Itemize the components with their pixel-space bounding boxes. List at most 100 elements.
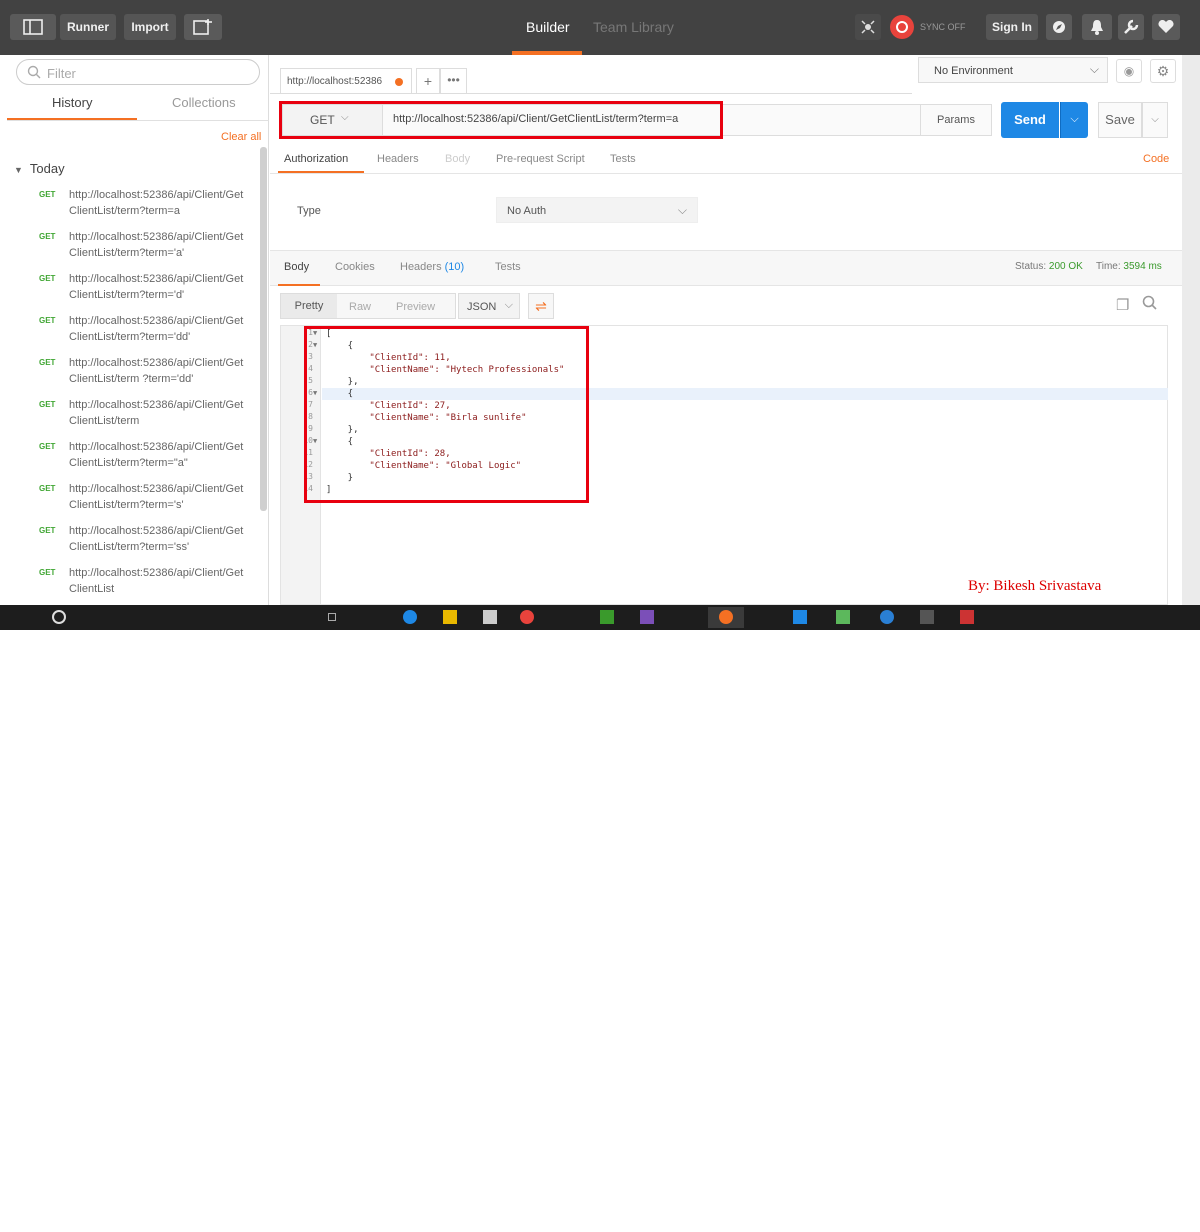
- format-raw-button[interactable]: Raw: [349, 301, 371, 313]
- interceptor-button[interactable]: [855, 14, 881, 40]
- bell-icon: [1090, 19, 1104, 35]
- app-icon[interactable]: [600, 610, 614, 624]
- format-pretty-button[interactable]: Pretty: [281, 294, 337, 318]
- system-clock[interactable]: 1:53 AM: [1117, 1221, 1154, 1232]
- satellite-icon: [860, 19, 876, 35]
- sidebar-scrollbar[interactable]: [260, 147, 267, 511]
- settings-button[interactable]: [1118, 14, 1144, 40]
- history-url: http://localhost:52386/api/Client/GetCli…: [69, 229, 245, 261]
- auth-type-label: Type: [297, 205, 321, 217]
- tab-headers[interactable]: Headers: [377, 153, 419, 165]
- format-toggle-group: Pretty Raw Preview: [280, 293, 456, 319]
- response-tab-headers[interactable]: Headers (10): [400, 261, 464, 273]
- method-badge: GET: [39, 358, 55, 367]
- response-tab-cookies[interactable]: Cookies: [335, 261, 375, 273]
- app-icon[interactable]: [483, 610, 497, 624]
- wrap-icon: ⇌: [535, 298, 547, 314]
- history-item[interactable]: GEThttp://localhost:52386/api/Client/Get…: [7, 481, 257, 523]
- subtabs-divider: [270, 173, 1182, 174]
- history-item[interactable]: GET http://localhost:52386/api/Client/Get…: [7, 355, 257, 397]
- sidebar: Filter History Collections Clear all ▼ T…: [7, 55, 269, 605]
- favorite-button[interactable]: [1152, 14, 1180, 40]
- response-tab-body[interactable]: Body: [284, 261, 309, 273]
- auth-type-select[interactable]: No Auth ⌵: [496, 197, 698, 223]
- response-body-tab-indicator: [278, 284, 320, 286]
- caret-down-icon: ▼: [14, 165, 23, 175]
- history-item[interactable]: GEThttp://localhost:52386/api/Client/Get…: [7, 397, 257, 439]
- manage-environments-button[interactable]: ⚙: [1150, 59, 1176, 83]
- response-language-select[interactable]: JSON ⌵: [458, 293, 520, 319]
- app-icon[interactable]: [836, 610, 850, 624]
- save-options-button[interactable]: ⌵: [1142, 102, 1168, 138]
- response-headers-label: Headers: [400, 261, 442, 273]
- request-tab[interactable]: http://localhost:52386: [280, 68, 412, 94]
- response-tab-tests[interactable]: Tests: [495, 261, 521, 273]
- postman-app-icon[interactable]: [708, 607, 744, 628]
- send-button[interactable]: Send: [1001, 102, 1059, 138]
- method-badge: GET: [39, 526, 55, 535]
- app-icon[interactable]: [443, 610, 457, 624]
- new-tab-button[interactable]: +: [416, 68, 440, 94]
- app-icon[interactable]: [403, 610, 417, 624]
- history-url: http://localhost:52386/api/Client/GetCli…: [69, 523, 245, 555]
- request-builder: http://localhost:52386 + ••• No Environm…: [270, 55, 1182, 605]
- history-item[interactable]: GEThttp://localhost:52386/api/Client/Get…: [7, 229, 257, 271]
- sidebar-toggle-icon: [23, 19, 43, 35]
- app-icon[interactable]: [920, 610, 934, 624]
- sync-status-icon[interactable]: [890, 15, 914, 39]
- send-options-button[interactable]: ⌵: [1060, 102, 1088, 138]
- window-right-edge: [1182, 55, 1200, 605]
- app-icon[interactable]: [640, 610, 654, 624]
- settings-sync-button[interactable]: [1046, 14, 1072, 40]
- method-badge: GET: [39, 274, 55, 283]
- sign-in-button[interactable]: Sign In: [986, 14, 1038, 40]
- time-readout: Time: 3594 ms: [1096, 261, 1162, 272]
- copy-icon[interactable]: ❐: [1116, 296, 1129, 314]
- import-button[interactable]: Import: [124, 14, 176, 40]
- environment-quick-look-button[interactable]: ◉: [1116, 59, 1142, 83]
- search-response-icon[interactable]: [1142, 295, 1157, 314]
- runner-button[interactable]: Runner: [60, 14, 116, 40]
- filter-input[interactable]: Filter: [16, 59, 260, 85]
- params-button[interactable]: Params: [920, 104, 992, 136]
- save-button[interactable]: Save: [1098, 102, 1142, 138]
- tab-body[interactable]: Body: [445, 153, 470, 165]
- chevron-down-icon: ⌵: [678, 203, 687, 218]
- history-item[interactable]: GET http://localhost:52386/api/Client/Get…: [7, 523, 257, 565]
- history-url: http://localhost:52386/api/Client/GetCli…: [69, 355, 245, 387]
- app-icon[interactable]: [520, 610, 534, 624]
- status-label: Status:: [1015, 261, 1046, 272]
- history-item[interactable]: GEThttp://localhost:52386/api/Client/Get…: [7, 187, 257, 229]
- history-item[interactable]: GEThttp://localhost:52386/api/Client/Get…: [7, 439, 257, 481]
- team-library-tab[interactable]: Team Library: [593, 19, 674, 35]
- sidebar-toggle-button[interactable]: [10, 14, 56, 40]
- tab-collections[interactable]: Collections: [172, 95, 236, 110]
- app-icon[interactable]: [960, 610, 974, 624]
- tab-pre-request-script[interactable]: Pre-request Script: [496, 153, 585, 165]
- tab-authorization[interactable]: Authorization: [284, 153, 348, 165]
- builder-tab[interactable]: Builder: [526, 19, 570, 35]
- author-watermark: By: Bikesh Srivastava: [968, 578, 1101, 595]
- notifications-button[interactable]: [1082, 14, 1112, 40]
- history-group-today[interactable]: ▼ Today: [14, 161, 65, 176]
- history-item[interactable]: GEThttp://localhost:52386/api/Client/Get…: [7, 565, 257, 607]
- chevron-down-icon: ⌵: [1070, 113, 1078, 125]
- method-badge: GET: [39, 442, 55, 451]
- tab-history[interactable]: History: [52, 95, 92, 110]
- clear-all-link[interactable]: Clear all: [221, 131, 261, 143]
- history-item[interactable]: GEThttp://localhost:52386/api/Client/Get…: [7, 313, 257, 355]
- app-icon[interactable]: [793, 610, 807, 624]
- more-tabs-button[interactable]: •••: [440, 68, 467, 94]
- taskview-icon[interactable]: [328, 613, 336, 621]
- generate-code-link[interactable]: Code: [1143, 153, 1169, 165]
- format-preview-button[interactable]: Preview: [396, 301, 435, 313]
- environment-select[interactable]: No Environment ⌵: [918, 57, 1108, 83]
- new-window-button[interactable]: [184, 14, 222, 40]
- history-item[interactable]: GEThttp://localhost:52386/api/Client/Get…: [7, 271, 257, 313]
- app-icon[interactable]: [880, 610, 894, 624]
- history-url: http://localhost:52386/api/Client/GetCli…: [69, 565, 245, 597]
- status-readout: Status: 200 OK: [1015, 261, 1083, 272]
- wrap-lines-button[interactable]: ⇌: [528, 293, 554, 319]
- tab-tests[interactable]: Tests: [610, 153, 636, 165]
- cortana-icon[interactable]: [52, 610, 66, 624]
